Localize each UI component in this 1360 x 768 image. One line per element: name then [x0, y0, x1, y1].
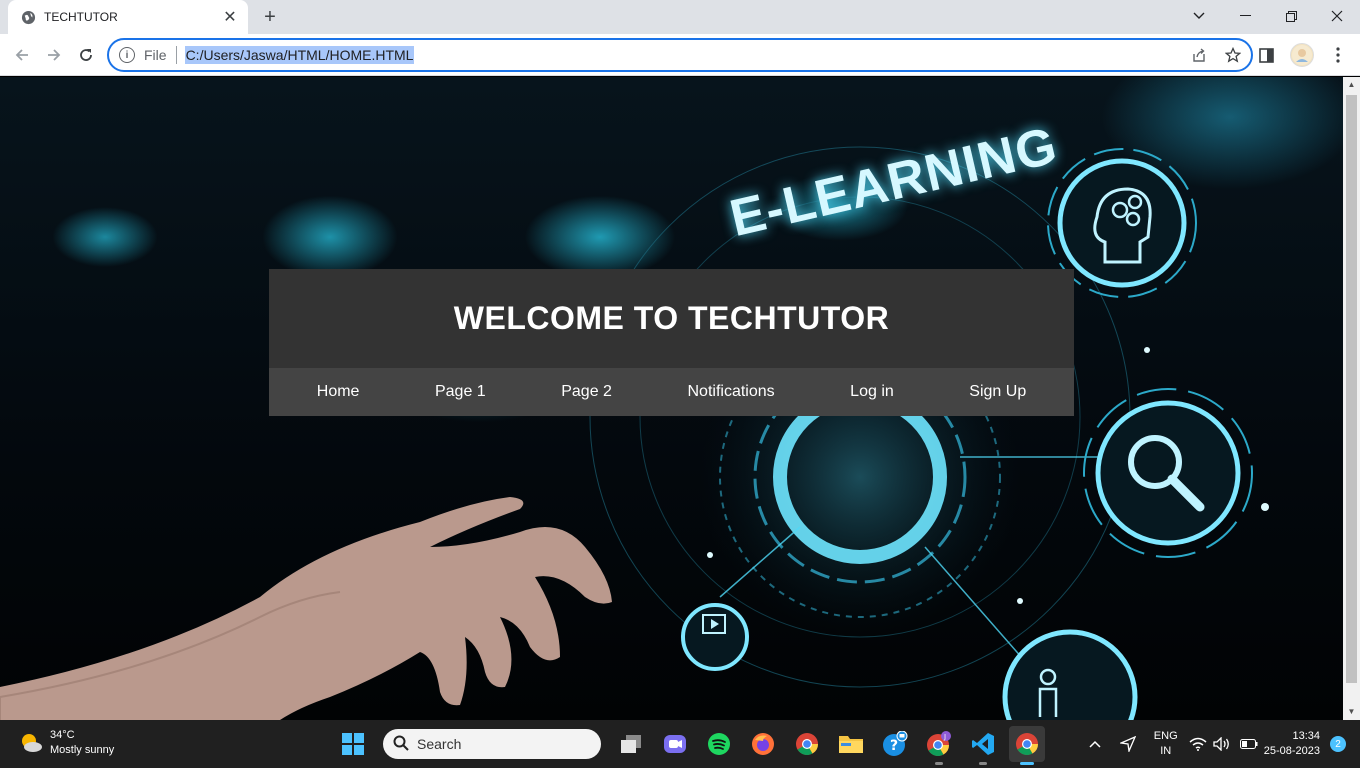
window-controls: [1176, 0, 1360, 32]
tab-title: TECHTUTOR: [44, 10, 118, 24]
restore-button[interactable]: [1268, 0, 1314, 32]
taskbar-chrome-profile[interactable]: J: [921, 726, 957, 765]
scroll-up-arrow-icon[interactable]: ▲: [1346, 79, 1357, 91]
windows-logo-icon: [342, 733, 364, 755]
weather-temperature: 34°C: [50, 729, 75, 741]
show-hidden-icons-chevron-icon[interactable]: [1080, 740, 1110, 748]
language-indicator[interactable]: ENG IN: [1146, 729, 1186, 759]
task-view-icon: [621, 735, 641, 753]
battery-icon[interactable]: [1234, 739, 1264, 749]
address-bar[interactable]: i File C:/Users/Jaswa/HTML/HOME.HTML: [107, 38, 1253, 72]
folder-icon: [839, 736, 863, 753]
taskbar-chrome[interactable]: [789, 726, 825, 762]
svg-text:J: J: [943, 733, 946, 741]
volume-icon[interactable]: [1210, 737, 1234, 751]
url-text[interactable]: C:/Users/Jaswa/HTML/HOME.HTML: [184, 46, 415, 64]
notification-badge[interactable]: 2: [1330, 736, 1346, 752]
search-icon: [393, 735, 409, 754]
nav-link-notifications[interactable]: Notifications: [679, 377, 782, 407]
omnibox-divider: [175, 46, 177, 64]
site-nav: Home Page 1 Page 2 Notifications Log in …: [269, 368, 1074, 416]
taskbar-get-help[interactable]: ?: [877, 726, 913, 762]
bookmark-star-icon[interactable]: [1223, 45, 1243, 65]
clock-time: 13:34: [1292, 730, 1320, 742]
start-button[interactable]: [335, 726, 371, 762]
close-window-button[interactable]: [1314, 0, 1360, 32]
minimize-button[interactable]: [1222, 0, 1268, 32]
profile-avatar[interactable]: [1290, 43, 1314, 67]
firefox-icon: [752, 733, 774, 755]
chrome-icon: [1016, 733, 1038, 755]
running-indicator: [979, 762, 987, 765]
running-indicator: [1020, 762, 1034, 765]
weather-widget[interactable]: 34°C Mostly sunny: [18, 728, 114, 758]
search-placeholder: Search: [417, 736, 462, 752]
nav-link-home[interactable]: Home: [309, 377, 368, 407]
taskbar-chrome-active[interactable]: [1009, 726, 1045, 765]
task-view-button[interactable]: [613, 726, 649, 762]
chrome-icon: [796, 733, 818, 755]
spotify-icon: [708, 733, 730, 755]
taskbar-apps: Search ? J: [335, 726, 1045, 765]
toolbar-right: [1254, 43, 1350, 67]
running-indicator: [935, 762, 943, 765]
clock-date: 25-08-2023: [1263, 745, 1320, 757]
weather-description: Mostly sunny: [50, 744, 115, 756]
nav-link-log-in[interactable]: Log in: [842, 377, 902, 407]
chrome-profile-icon: J: [927, 731, 951, 756]
taskbar-search[interactable]: Search: [383, 729, 601, 759]
site-header: WELCOME TO TECHTUTOR: [269, 269, 1074, 368]
info-icon[interactable]: i: [119, 47, 135, 63]
taskbar: 34°C Mostly sunny Search ? J ENG IN 13:3…: [0, 720, 1360, 768]
omnibox-actions: [1189, 45, 1243, 65]
language-region: IN: [1160, 745, 1172, 757]
taskbar-meet-app[interactable]: [657, 726, 693, 762]
page-title: WELCOME TO TECHTUTOR: [453, 300, 890, 336]
reload-button[interactable]: [74, 43, 98, 67]
language-code: ENG: [1153, 730, 1178, 742]
nav-link-sign-up[interactable]: Sign Up: [961, 377, 1034, 407]
globe-icon: [20, 9, 36, 25]
partly-sunny-icon: [22, 734, 42, 752]
tab-search-chevron-icon[interactable]: [1176, 0, 1222, 32]
svg-text:?: ?: [890, 738, 898, 754]
back-button[interactable]: [10, 43, 34, 67]
vertical-scrollbar[interactable]: ▲ ▼: [1343, 77, 1360, 720]
file-scheme-label: File: [144, 47, 167, 63]
tab-strip: TECHTUTOR ✕ +: [0, 0, 1360, 34]
nav-link-page-1[interactable]: Page 1: [427, 377, 494, 407]
browser-tab[interactable]: TECHTUTOR ✕: [8, 0, 248, 34]
taskbar-firefox[interactable]: [745, 726, 781, 762]
video-chat-icon: [664, 735, 686, 753]
new-tab-button[interactable]: +: [258, 5, 282, 29]
vscode-icon: [972, 733, 994, 755]
system-tray: ENG IN 13:34 25-08-2023 2: [1080, 720, 1360, 768]
nav-link-page-2[interactable]: Page 2: [553, 377, 620, 407]
taskbar-vscode[interactable]: [965, 726, 1001, 765]
scrollbar-thumb[interactable]: [1346, 95, 1357, 683]
forward-button[interactable]: [42, 43, 66, 67]
menu-kebab-icon[interactable]: [1326, 43, 1350, 67]
location-arrow-icon[interactable]: [1110, 736, 1146, 752]
clock[interactable]: 13:34 25-08-2023: [1264, 729, 1320, 759]
share-icon[interactable]: [1189, 45, 1209, 65]
side-panel-icon[interactable]: [1254, 43, 1278, 67]
taskbar-file-explorer[interactable]: [833, 726, 869, 762]
taskbar-spotify[interactable]: [701, 726, 737, 762]
browser-toolbar: i File C:/Users/Jaswa/HTML/HOME.HTML: [0, 34, 1360, 76]
tab-close-icon[interactable]: ✕: [222, 7, 238, 27]
scroll-down-arrow-icon[interactable]: ▼: [1346, 706, 1357, 718]
wifi-icon[interactable]: [1186, 737, 1210, 751]
help-icon: ?: [883, 731, 908, 756]
